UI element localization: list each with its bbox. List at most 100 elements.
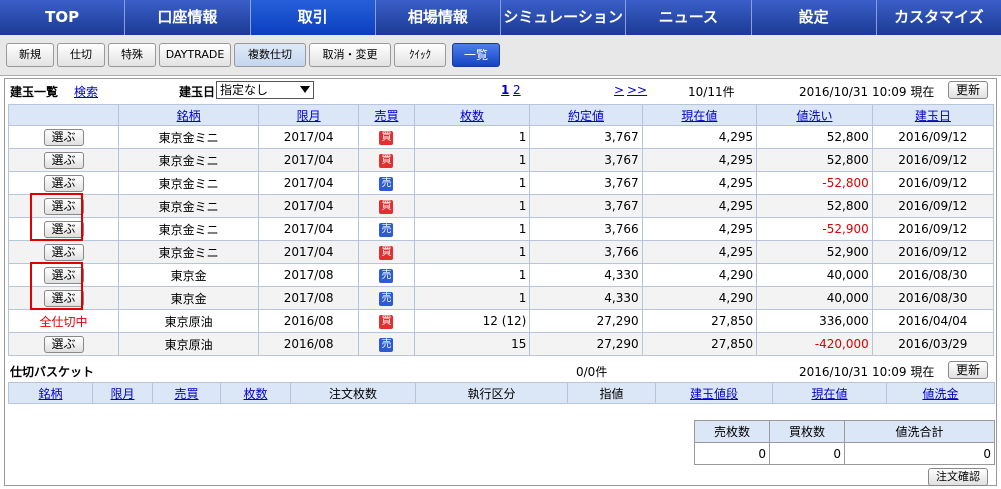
current-price-cell: 27,850 [641,332,758,356]
sell-qty-header: 売枚数 [694,420,770,443]
mtm-cell: 52,800 [756,148,873,172]
positions-col-header: 建玉日 [871,104,995,126]
buy-badge: 買 [379,131,394,145]
month-cell: 2017/04 [258,125,360,149]
tab-multi-close[interactable]: 複数仕切 [234,43,306,67]
basket-col-header: 値洗金 [886,382,995,404]
last-page-link[interactable]: >> [627,83,647,97]
search-link[interactable]: 検索 [74,83,98,100]
mtm-cell: 336,000 [756,309,873,333]
date-select-value: 指定なし [220,83,269,97]
positions-col-header: 売買 [358,104,415,126]
nav-item-4[interactable]: シミュレーション [501,0,627,35]
symbol-cell: 東京金ミニ [118,148,260,172]
sort-link[interactable]: 限月 [110,387,134,401]
nav-item-6[interactable]: 設定 [751,0,877,35]
sell-badge: 売 [379,223,394,237]
sort-link[interactable]: 値洗い [796,109,832,123]
sell-badge: 売 [379,292,394,306]
buy-badge: 買 [379,246,394,260]
current-price-cell: 4,295 [641,148,758,172]
select-button[interactable]: 選ぶ [43,128,84,146]
select-cell: 選ぶ [7,332,120,356]
price-cell: 4,330 [529,286,643,310]
tab-daytrade[interactable]: DAYTRADE [159,43,231,67]
price-cell: 3,766 [529,217,643,241]
table-row: 選ぶ 東京金ミニ 2017/04 買 1 3,767 4,295 52,800 2016/09/… [7,148,995,172]
date-select[interactable]: 指定なし [216,81,314,99]
select-cell: 選ぶ [7,125,120,149]
price-cell: 27,290 [529,332,643,356]
select-button[interactable]: 選ぶ [43,243,84,261]
side-cell: 売 [358,263,415,287]
month-cell: 2016/08 [258,332,360,356]
tab-special[interactable]: 特殊 [108,43,156,67]
price-cell: 3,767 [529,148,643,172]
nav-item-0[interactable]: TOP [0,0,126,35]
select-cell: 選ぶ [7,240,120,264]
date-label: 建玉日 [179,85,216,99]
sort-link[interactable]: 建玉値段 [690,387,738,401]
basket-col-header: 売買 [152,382,221,404]
table-row: 選ぶ 東京原油 2016/08 売 15 27,290 27,850 -420,000 2016… [7,332,995,356]
sort-link[interactable]: 枚数 [243,387,267,401]
basket-refresh-button[interactable]: 更新 [948,361,988,379]
price-cell: 3,767 [529,171,643,195]
sort-link[interactable]: 現在値 [681,109,717,123]
date-cell: 2016/09/12 [871,148,995,172]
date-cell: 2016/08/30 [871,263,995,287]
sort-link[interactable]: 約定値 [568,109,604,123]
nav-item-5[interactable]: ニュース [626,0,752,35]
date-cell: 2016/09/12 [871,240,995,264]
next-page-link[interactable]: > [614,83,624,97]
sort-link[interactable]: 銘柄 [38,387,62,401]
symbol-cell: 東京金ミニ [118,240,260,264]
basket-col-header: 建玉値段 [655,382,773,404]
price-cell: 4,330 [529,263,643,287]
basket-col-header: 限月 [92,382,153,404]
sort-link[interactable]: 銘柄 [177,109,201,123]
sort-link[interactable]: 売買 [374,109,398,123]
sort-link[interactable]: 限月 [297,109,321,123]
month-cell: 2017/04 [258,217,360,241]
mtm-cell: -52,900 [756,217,873,241]
positions-refresh-button[interactable]: 更新 [948,81,988,99]
tab-cancel-modify[interactable]: 取消・変更 [309,43,391,67]
mtm-cell: 52,800 [756,125,873,149]
all-closing-label: 全仕切中 [39,314,88,329]
sell-badge: 売 [379,269,394,283]
sort-link[interactable]: 建玉日 [915,109,951,123]
order-confirm-button[interactable]: 注文確認 [928,468,988,486]
tab-new[interactable]: 新規 [6,43,54,67]
qty-cell: 1 [413,217,531,241]
nav-item-3[interactable]: 相場情報 [375,0,501,35]
sort-link[interactable]: 値洗金 [922,387,958,401]
select-button[interactable]: 選ぶ [43,174,84,192]
nav-item-1[interactable]: 口座情報 [125,0,251,35]
current-price-cell: 4,295 [641,194,758,218]
date-cell: 2016/09/12 [871,217,995,241]
select-button[interactable]: 選ぶ [43,151,84,169]
tab-close[interactable]: 仕切 [57,43,105,67]
sort-link[interactable]: 売買 [174,387,198,401]
tab-quick[interactable]: ｸｲｯｸ [394,43,446,67]
current-price-cell: 4,295 [641,240,758,264]
select-button[interactable]: 選ぶ [43,335,84,353]
sort-link[interactable]: 現在値 [811,387,847,401]
sort-link[interactable]: 枚数 [460,109,484,123]
symbol-cell: 東京金 [118,286,260,310]
page-1-link[interactable]: 1 [501,83,509,97]
price-cell: 3,766 [529,240,643,264]
positions-title: 建玉一覧 [10,85,59,99]
tab-list[interactable]: 一覧 [452,43,500,67]
current-price-cell: 4,295 [641,217,758,241]
nav-item-7[interactable]: カスタマイズ [876,0,1001,35]
nav-item-2[interactable]: 取引 [250,0,376,35]
qty-cell: 15 [413,332,531,356]
positions-col-header: 枚数 [413,104,531,126]
side-cell: 売 [358,171,415,195]
side-cell: 売 [358,332,415,356]
main-panel: 建玉一覧 検索 建玉日 指定なし 1 2 > >> 10/11件 2016/10… [4,78,997,486]
selection-highlight-2 [30,262,83,310]
page-2-link[interactable]: 2 [513,83,521,97]
